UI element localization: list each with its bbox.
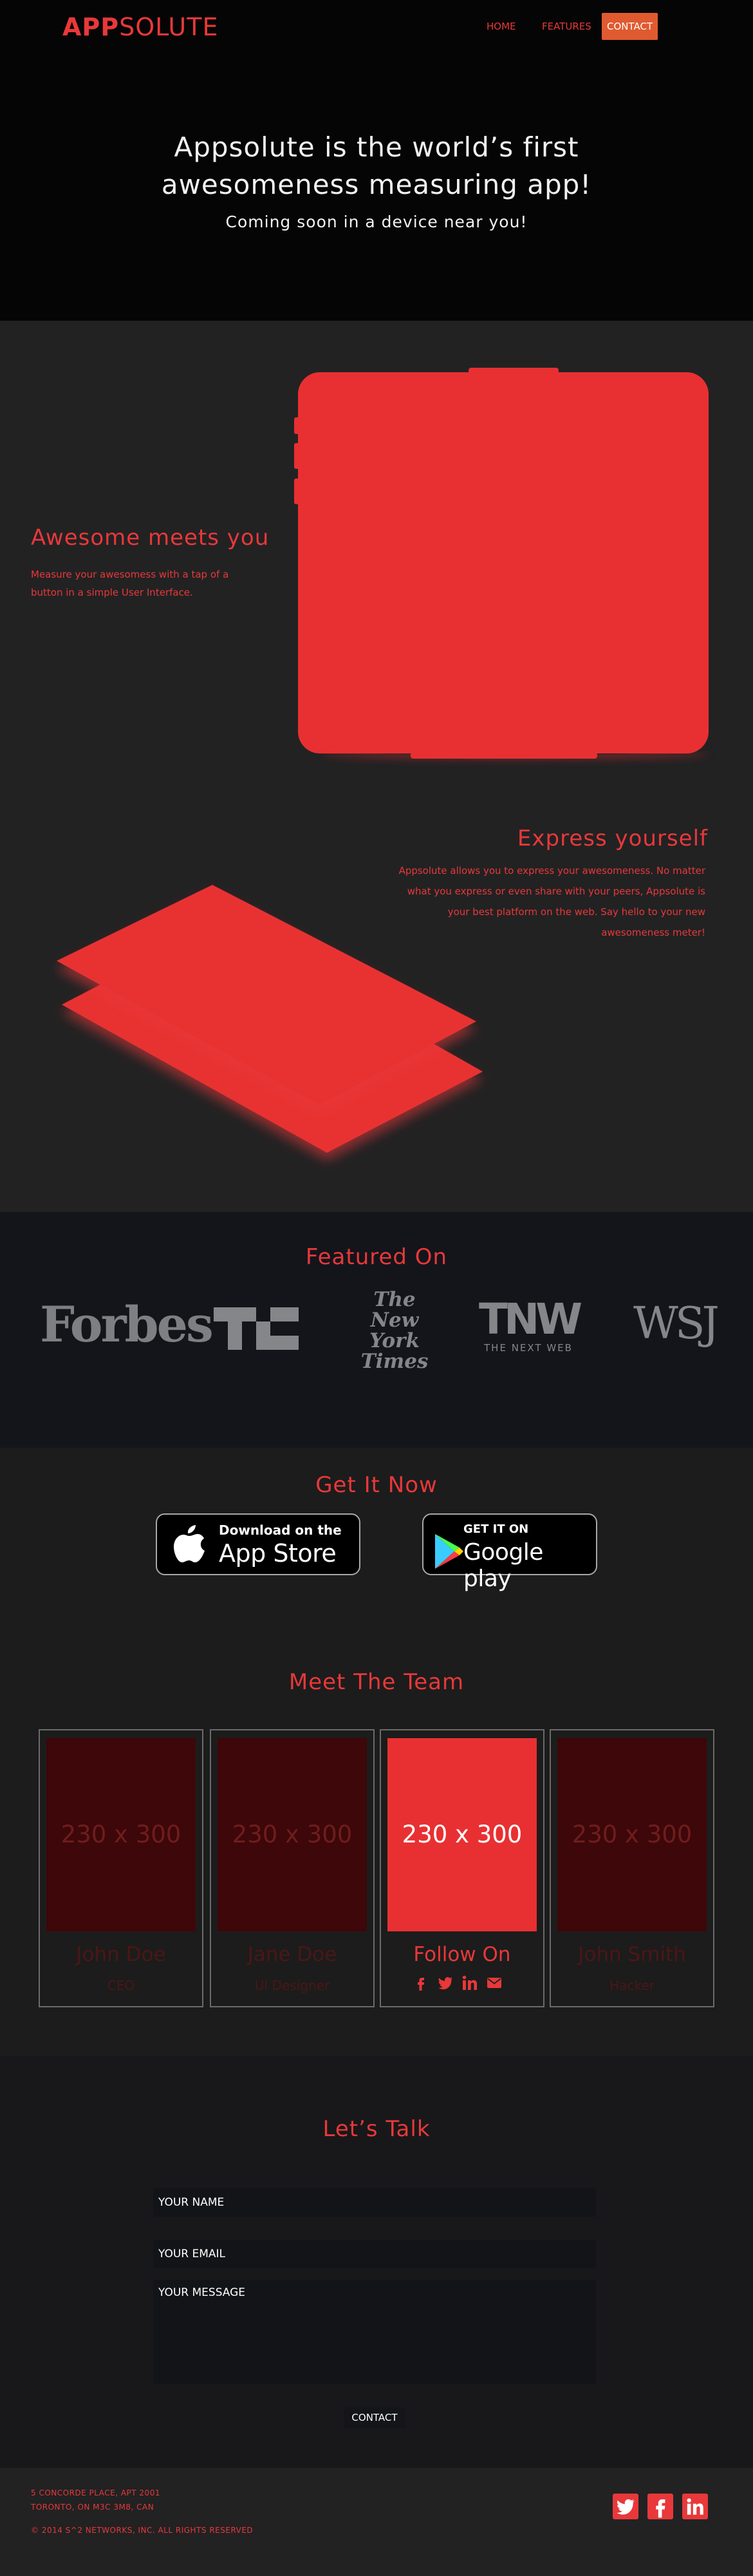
nav-features[interactable]: FEATURES	[537, 13, 597, 40]
google-play-small-text: GET IT ON	[463, 1522, 529, 1536]
contact-title: Let’s Talk	[322, 2116, 431, 2142]
twitter-icon	[617, 2499, 635, 2515]
phone-side-button	[294, 443, 299, 469]
team-photo-placeholder: 230 x 300	[46, 1738, 196, 1931]
email-input[interactable]: YOUR EMAIL	[153, 2240, 596, 2268]
team-member-role: Hacker	[609, 1978, 655, 1993]
press-logo-wsj: WSJ	[633, 1298, 720, 1349]
phone-side-button	[294, 417, 299, 434]
press-logo-nyt: The New York Times	[360, 1288, 429, 1373]
team-card-active[interactable]: 230 x 300 Follow On	[380, 1729, 544, 2007]
feature-text-line: Measure your awesomess with a tap of a	[31, 569, 229, 580]
team-card-jane-doe[interactable]: 230 x 300 Jane Doe UI Designer	[210, 1729, 375, 2007]
team-card-john-smith[interactable]: 230 x 300 John Smith Hacker	[550, 1729, 714, 2007]
hero-subtitle: Coming soon in a device near you!	[225, 213, 528, 231]
app-store-small-text: Download on the	[219, 1522, 342, 1538]
facebook-icon	[656, 2499, 665, 2518]
email-icon[interactable]	[487, 1975, 502, 1991]
hero-title-line-1: Appsolute is the world’s first	[174, 131, 579, 163]
footer-address-line-1: 5 CONCORDE PLACE, APT 2001	[31, 2488, 160, 2497]
team-photo-placeholder: 230 x 300	[387, 1738, 537, 1931]
footer-copyright: © 2014 S^2 NETWORKS, INC. ALL RIGHTS RES…	[31, 2526, 254, 2535]
feature-title-express: Express yourself	[517, 826, 708, 851]
team-member-role: UI Designer	[254, 1978, 330, 1993]
logo-light-text: SOLUTE	[119, 13, 219, 41]
team-member-name: Jane Doe	[247, 1943, 337, 1966]
hero-title: Appsolute is the world’s first awesomene…	[0, 129, 753, 204]
press-logo-techcrunch	[214, 1307, 299, 1350]
google-play-button[interactable]: GET IT ON Google play	[422, 1513, 597, 1592]
facebook-icon[interactable]	[413, 1975, 429, 1991]
press-logo-tnw: TNW	[479, 1294, 582, 1344]
feature-title-awesome: Awesome meets you	[31, 525, 270, 551]
name-input[interactable]: YOUR NAME	[153, 2188, 596, 2217]
footer	[0, 2468, 753, 2576]
team-title: Meet The Team	[288, 1669, 465, 1695]
team-member-name: John Doe	[76, 1943, 166, 1966]
team-photo-placeholder: 230 x 300	[218, 1738, 367, 1931]
footer-facebook-icon[interactable]	[647, 2494, 673, 2519]
logo-bold-text: APP	[62, 13, 120, 41]
linkedin-icon[interactable]	[462, 1975, 478, 1991]
footer-address-line-2: TORONTO, ON M3C 3M8, CAN	[31, 2503, 154, 2512]
contact-submit-button[interactable]: CONTACT	[344, 2407, 405, 2428]
press-logo-tnw-tagline: THE NEXT WEB	[484, 1342, 573, 1354]
feature-text-line: button in a simple User Interface.	[31, 587, 193, 598]
app-store-button[interactable]: Download on the App Store	[156, 1513, 360, 1575]
footer-linkedin-icon[interactable]	[682, 2494, 708, 2519]
team-follow-on-label: Follow On	[413, 1943, 511, 1966]
linkedin-icon	[687, 2498, 703, 2515]
team-member-name: John Smith	[578, 1943, 686, 1966]
team-card-john-doe[interactable]: 230 x 300 John Doe CEO	[39, 1729, 203, 2007]
phone-illustration	[294, 368, 709, 759]
app-store-big-text: App Store	[219, 1539, 337, 1567]
nav-contact[interactable]: CONTACT	[602, 13, 658, 40]
app-logo[interactable]: APPSOLUTE	[62, 13, 218, 41]
footer-twitter-icon[interactable]	[613, 2494, 638, 2519]
get-it-now-title: Get It Now	[315, 1472, 438, 1498]
feature-text-awesome: Measure your awesomess with a tap of a b…	[31, 565, 228, 601]
google-play-icon	[435, 1534, 463, 1569]
google-play-big-text: Google play	[463, 1539, 543, 1592]
nav-home[interactable]: HOME	[481, 13, 521, 40]
message-textarea[interactable]: YOUR MESSAGE	[153, 2280, 596, 2384]
phone-side-button	[294, 478, 299, 504]
twitter-icon[interactable]	[438, 1975, 453, 1991]
press-logo-forbes: Forbes	[40, 1296, 214, 1353]
featured-on-title: Featured On	[305, 1244, 448, 1270]
hero-title-line-2: awesomeness measuring app!	[161, 169, 592, 200]
team-photo-placeholder: 230 x 300	[557, 1738, 707, 1931]
team-member-role: CEO	[107, 1978, 135, 1993]
phone-shadow	[322, 746, 708, 755]
apple-icon	[174, 1525, 205, 1562]
stacked-papers-illustration	[57, 885, 483, 1153]
